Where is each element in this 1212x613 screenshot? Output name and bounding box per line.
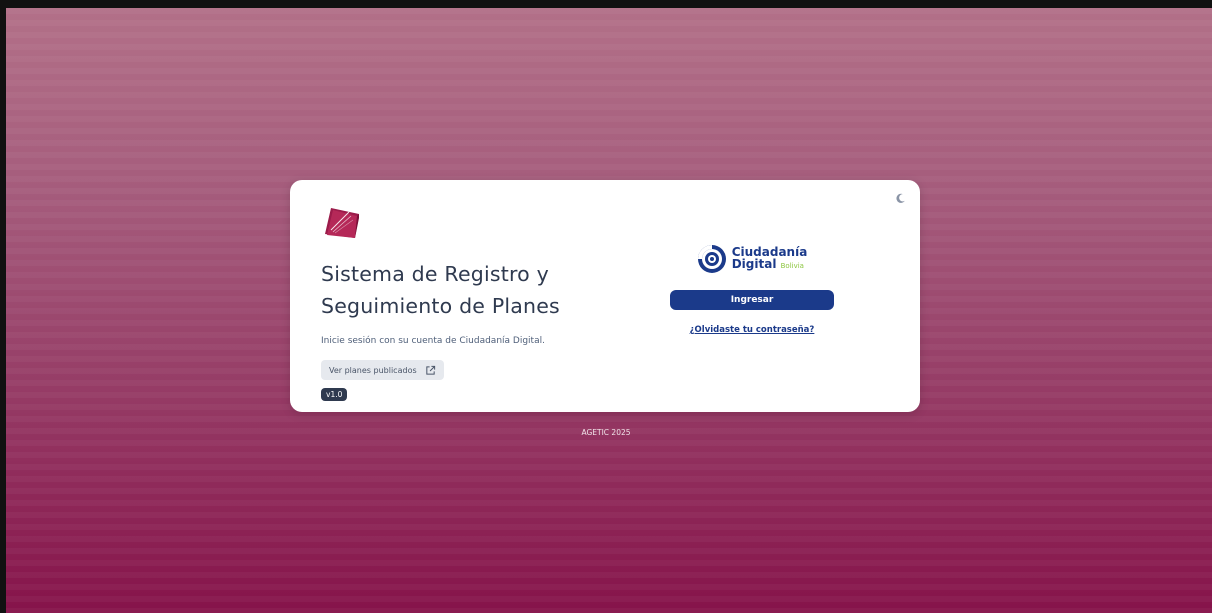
login-instructions: Inicie sesión con su cuenta de Ciudadaní… xyxy=(321,336,545,346)
ciudadania-digital-logo: Ciudadanía Digital Bolivia xyxy=(670,244,834,274)
brand-name-line-2: Digital Bolivia xyxy=(732,258,808,272)
title-line-1: Sistema de Registro y xyxy=(321,262,549,286)
version-badge: v1.0 xyxy=(321,388,348,401)
brand-digital: Digital xyxy=(731,257,777,271)
login-card: Sistema de Registro y Seguimiento de Pla… xyxy=(290,180,920,412)
book-logo-icon xyxy=(325,208,359,238)
ciudadania-digital-logo-icon xyxy=(697,245,726,273)
footer-text: AGETIC 2025 xyxy=(581,428,631,437)
title-line-2: Seguimiento de Planes xyxy=(321,294,560,318)
page-title: Sistema de Registro y Seguimiento de Pla… xyxy=(321,258,641,322)
login-panel: Ciudadanía Digital Bolivia Ingresar ¿Olv… xyxy=(670,244,834,336)
forgot-password-link[interactable]: ¿Olvidaste tu contraseña? xyxy=(690,325,815,335)
view-published-plans-button[interactable]: Ver planes publicados xyxy=(321,360,444,380)
external-link-icon xyxy=(425,365,435,375)
brand-bolivia: Bolivia xyxy=(780,262,804,270)
app-info-panel: Sistema de Registro y Seguimiento de Pla… xyxy=(321,204,641,380)
top-edge xyxy=(0,0,1212,8)
moon-icon xyxy=(895,193,905,203)
theme-toggle-button[interactable] xyxy=(892,190,908,206)
view-plans-label: Ver planes publicados xyxy=(329,365,417,375)
login-button[interactable]: Ingresar xyxy=(670,290,834,310)
